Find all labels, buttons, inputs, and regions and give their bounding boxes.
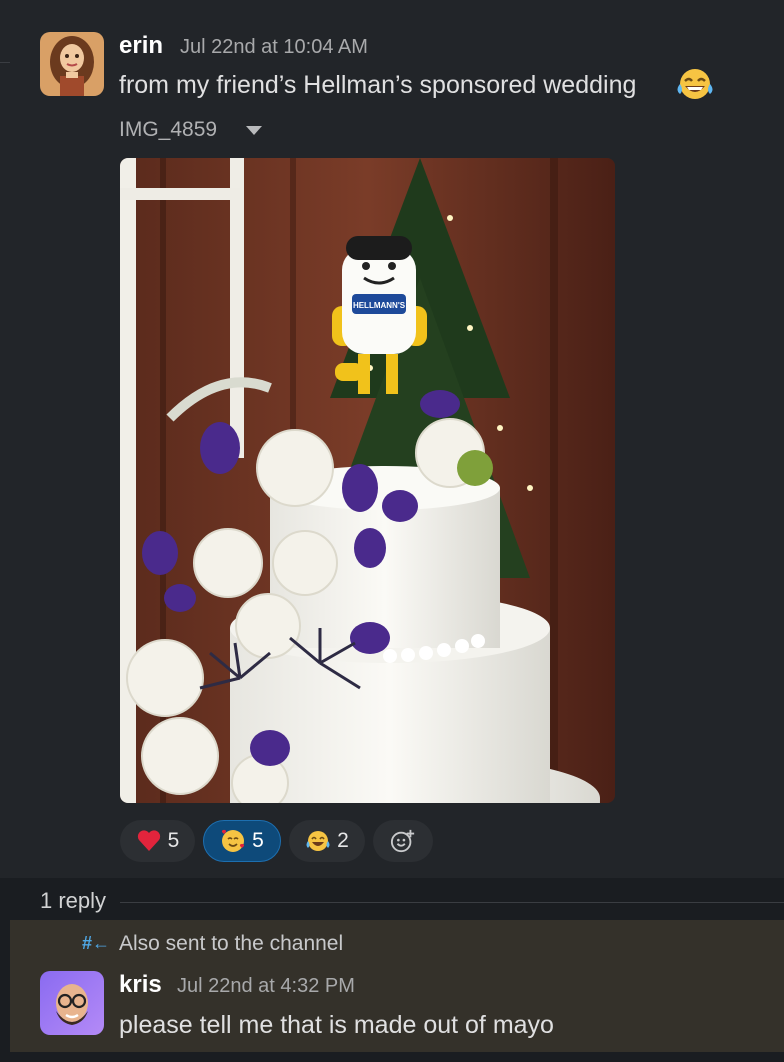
smiling-face-with-hearts-icon — [222, 829, 245, 852]
bottle-label-text: HELLMANN'S — [353, 301, 406, 310]
thread-replies-bar — [0, 878, 784, 920]
also-sent-label: Also sent to the channel — [119, 932, 344, 955]
divider — [0, 62, 10, 63]
message-text: from my friend’s Hellman’s sponsored wed… — [119, 71, 637, 99]
tears-of-joy-icon — [306, 831, 330, 851]
reaction-count: 5 — [167, 829, 180, 852]
reaction-smiling-hearts[interactable]: 5 — [203, 820, 281, 862]
file-toggle-caret-icon[interactable] — [246, 126, 262, 135]
avatar-erin-image — [40, 32, 104, 96]
avatar-kris[interactable] — [40, 971, 104, 1035]
reaction-heart[interactable]: 5 — [120, 820, 195, 862]
reaction-count: 5 — [252, 829, 264, 852]
add-emoji-icon — [390, 829, 415, 853]
author-name[interactable]: kris — [119, 971, 162, 999]
reaction-tears-of-joy[interactable]: 2 — [289, 820, 365, 862]
avatar-erin[interactable] — [40, 32, 104, 96]
file-name[interactable]: IMG_4859 — [119, 118, 217, 142]
reply-timestamp[interactable]: Jul 22nd at 4:32 PM — [177, 975, 355, 998]
wedding-photo[interactable]: HELLMANN'S — [120, 158, 615, 803]
heart-icon — [137, 830, 160, 851]
tears-of-joy-icon — [677, 69, 713, 99]
also-sent-icon: #← — [82, 933, 111, 953]
cake-image: HELLMANN'S — [120, 158, 615, 803]
author-name[interactable]: erin — [119, 32, 163, 60]
reply-count[interactable]: 1 reply — [40, 888, 106, 914]
reply-text: please tell me that is made out of mayo — [119, 1011, 554, 1039]
message-timestamp[interactable]: Jul 22nd at 10:04 AM — [180, 36, 368, 59]
add-reaction-button[interactable] — [373, 820, 433, 862]
divider — [120, 902, 784, 903]
reaction-count: 2 — [337, 829, 349, 852]
avatar-kris-image — [40, 971, 104, 1035]
